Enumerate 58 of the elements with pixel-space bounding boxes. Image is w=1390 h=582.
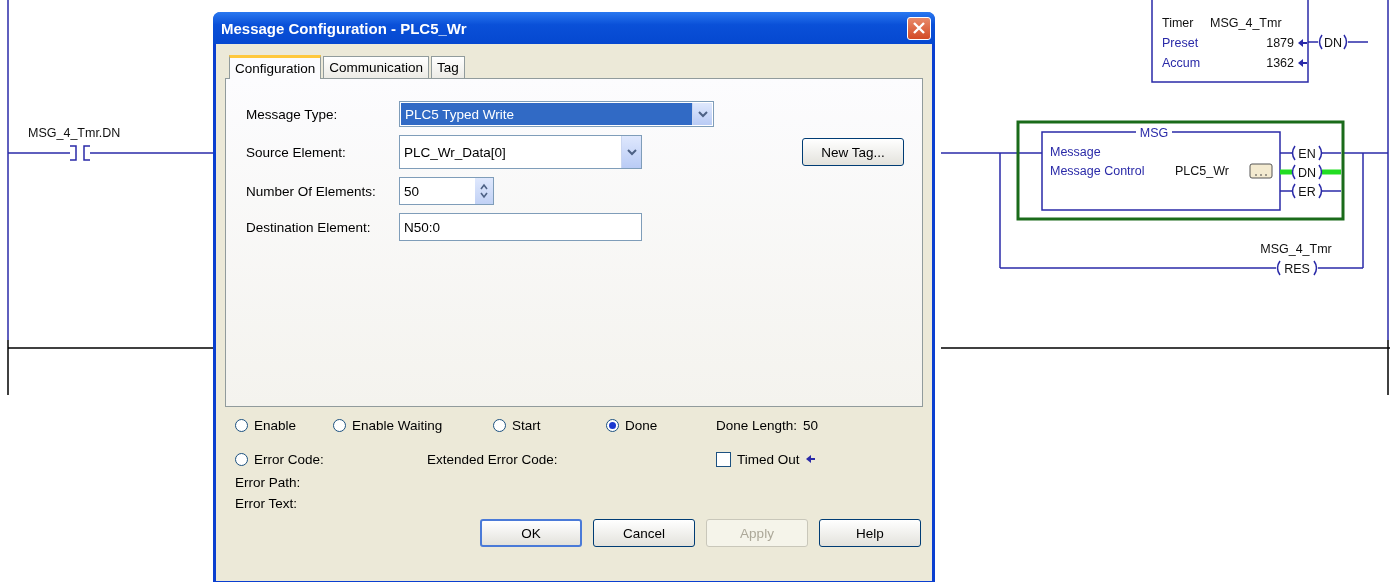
input-field[interactable]: 50 — [399, 177, 494, 205]
timer-label: Timer — [1162, 16, 1194, 30]
radio-label: Done — [625, 417, 658, 433]
radio-circle[interactable] — [606, 418, 619, 432]
arrow-icon — [1298, 59, 1307, 67]
instruction-title: MSG — [1139, 126, 1169, 140]
dialog-button[interactable]: OK — [480, 519, 582, 547]
input-field[interactable]: N50:0 — [399, 213, 642, 241]
close-icon — [913, 22, 925, 34]
field-label: Source Element: — [246, 144, 347, 160]
instruction-type: Message — [1050, 145, 1101, 159]
output-coil: EN — [1279, 145, 1342, 161]
timer-label: Accum — [1162, 56, 1201, 70]
radio-label: Enable Waiting — [352, 417, 443, 433]
timer-value: MSG_4_Tmr — [1210, 16, 1282, 30]
extended-error-code-label: Extended Error Code: — [427, 451, 559, 467]
error-text-label: Error Text: — [235, 496, 297, 511]
field-label: Number Of Elements: — [246, 183, 377, 199]
spinner-arrows-icon[interactable] — [475, 178, 493, 204]
done-length-value: 50 — [803, 417, 819, 433]
arrow-icon — [1298, 39, 1307, 47]
timer-label: Preset — [1162, 36, 1199, 50]
timer-value: 1879 — [1266, 36, 1294, 50]
window-title: Message Configuration - PLC5_Wr — [221, 19, 467, 37]
arrow-icon — [805, 455, 815, 463]
message-control-tag: PLC5_Wr — [1175, 164, 1229, 178]
dialog-button[interactable]: Cancel — [593, 519, 695, 547]
reset-coil: RES — [1276, 260, 1318, 276]
new-tag-button[interactable]: New Tag... — [802, 138, 904, 166]
radio-label: Start — [512, 417, 541, 433]
browse-button[interactable] — [1249, 163, 1273, 179]
error-path-label: Error Path: — [235, 475, 301, 490]
radio-circle[interactable] — [235, 418, 248, 432]
field-label: Destination Element: — [246, 219, 372, 235]
input-field[interactable]: PLC5 Typed Write — [399, 101, 714, 127]
close-button[interactable] — [907, 16, 931, 40]
tab[interactable]: Tag — [431, 56, 465, 78]
checkbox[interactable] — [716, 451, 731, 467]
output-coil: DN — [1280, 164, 1341, 180]
done-length-label: Done Length: — [716, 417, 798, 433]
radio-label: Error Code: — [254, 451, 324, 467]
tab[interactable]: Communication — [323, 56, 430, 78]
output-coil: ER — [1279, 183, 1342, 199]
radio-circle[interactable] — [493, 418, 506, 432]
radio-label: Enable — [254, 417, 297, 433]
contact-tag: MSG_4_Tmr.DN — [28, 126, 121, 140]
radio-circle[interactable] — [235, 452, 248, 466]
tab[interactable]: Configuration — [229, 55, 322, 79]
output-coil: DN — [1307, 34, 1369, 50]
checkbox-label: Timed Out — [737, 451, 800, 467]
message-control-label: Message Control — [1050, 164, 1145, 178]
radio-circle[interactable] — [333, 418, 346, 432]
input-field[interactable]: PLC_Wr_Data[0] — [399, 135, 642, 169]
timer-value: 1362 — [1266, 56, 1294, 70]
field-label: Message Type: — [246, 106, 339, 122]
contact-icon — [69, 145, 91, 161]
reset-coil-tag: MSG_4_Tmr — [1260, 242, 1332, 256]
dialog-button[interactable]: Help — [819, 519, 921, 547]
